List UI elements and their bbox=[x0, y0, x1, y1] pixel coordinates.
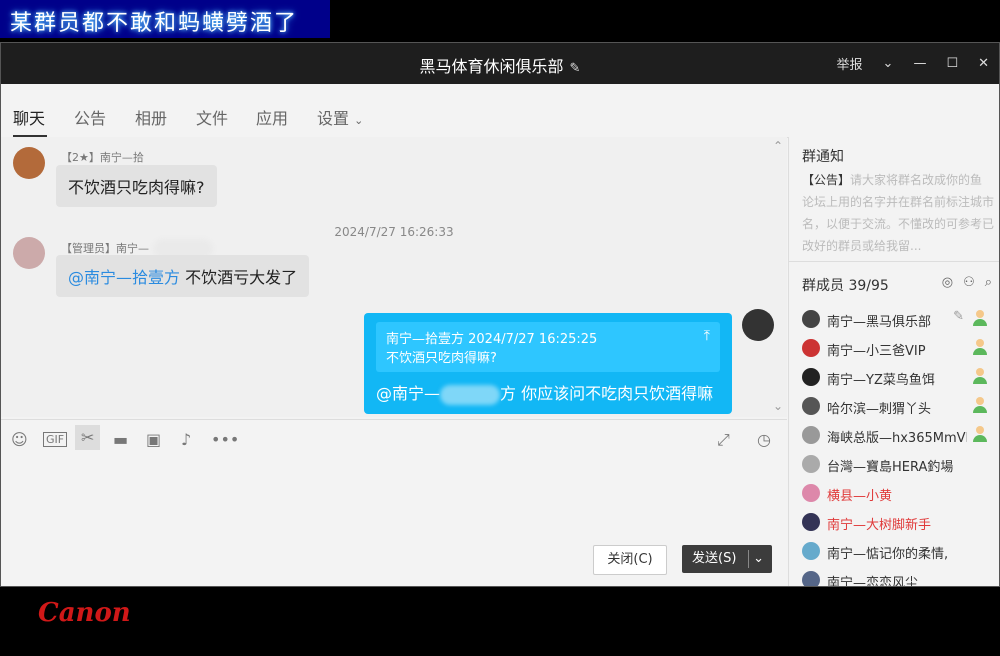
message-list[interactable]: 【2★】南宁—拾 不饮酒只吃肉得嘛? 2024/7/27 16:26:33 【管… bbox=[1, 137, 787, 417]
member-item[interactable]: 台灣—寶島HERA釣場 bbox=[802, 454, 994, 475]
message-sender: 【2★】南宁—拾 bbox=[61, 151, 144, 164]
tab-announcement[interactable]: 公告 bbox=[74, 105, 106, 129]
tab-bar: 聊天 公告 相册 文件 应用 设置 ⌄ ☏ ▶ 课 ⊕ ••• bbox=[1, 85, 999, 164]
own-message-bubble: 南宁—拾壹方 2024/7/27 16:25:25 不饮酒只吃肉得嘛? ⤒ @南… bbox=[364, 313, 732, 414]
avatar bbox=[802, 571, 820, 586]
avatar bbox=[802, 484, 820, 502]
close-icon[interactable]: ✕ bbox=[968, 56, 999, 71]
group-sidebar: 群通知 【公告】请大家将群名改成你的鱼论坛上用的名字并在群名前标注城市名，以便于… bbox=[788, 137, 999, 586]
avatar bbox=[802, 426, 820, 444]
avatar bbox=[802, 310, 820, 328]
avatar bbox=[802, 339, 820, 357]
owner-icon bbox=[972, 309, 988, 327]
group-name: 黑马体育休闲俱乐部 bbox=[419, 57, 564, 76]
close-button[interactable]: 关闭(C) bbox=[593, 545, 667, 575]
jump-to-icon[interactable]: ⤒ bbox=[704, 328, 710, 344]
edit-pen-icon[interactable]: ✎ bbox=[570, 61, 581, 76]
admin-icon bbox=[972, 396, 988, 414]
tab-settings[interactable]: 设置 ⌄ bbox=[317, 105, 363, 129]
minimize-icon[interactable]: — bbox=[903, 56, 936, 71]
member-item[interactable]: 哈尔滨—刺猬丫头 bbox=[802, 396, 994, 417]
tab-apps[interactable]: 应用 bbox=[256, 105, 288, 129]
avatar[interactable] bbox=[13, 237, 45, 269]
admin-icon bbox=[972, 367, 988, 385]
message-bubble: @南宁—拾壹方 不饮酒亏大发了 bbox=[56, 255, 310, 297]
quote-header: 南宁—拾壹方 2024/7/27 16:25:25 bbox=[386, 332, 598, 347]
folder-icon[interactable]: ▬ bbox=[113, 430, 128, 449]
bell-icon[interactable]: ♪ bbox=[181, 430, 191, 449]
expand-icon[interactable]: ⌄ bbox=[773, 399, 783, 413]
tab-chat[interactable]: 聊天 bbox=[13, 105, 45, 129]
add-member-icon[interactable]: ⚇ bbox=[963, 275, 975, 290]
caption-banner: 某群员都不敢和蚂蟥劈酒了 bbox=[0, 0, 330, 38]
fullscreen-icon[interactable]: ⤢ bbox=[717, 430, 730, 450]
emoji-icon[interactable]: ☺ bbox=[11, 430, 28, 449]
member-item[interactable]: 南宁—大树脚新手 bbox=[802, 512, 994, 533]
image-icon[interactable]: ▣ bbox=[146, 430, 161, 449]
member-chat-icon[interactable]: ◎ bbox=[942, 275, 953, 290]
quote-text: 不饮酒只吃肉得嘛? bbox=[386, 351, 497, 366]
canon-logo: Canon bbox=[38, 598, 131, 628]
title-bar: 黑马体育休闲俱乐部 ✎ 举报 ⌄ — ☐ ✕ bbox=[1, 43, 999, 84]
avatar bbox=[802, 397, 820, 415]
mention-link[interactable]: @南宁—拾壹方 bbox=[68, 268, 180, 287]
message-bubble: 不饮酒只吃肉得嘛? bbox=[56, 165, 217, 207]
member-tools: ◎ ⚇ ⌕ bbox=[942, 275, 992, 290]
message-text: 不饮酒亏大发了 bbox=[180, 268, 298, 287]
tab-album[interactable]: 相册 bbox=[135, 105, 167, 129]
search-icon[interactable]: ⌕ bbox=[985, 275, 992, 290]
member-item[interactable]: 南宁—惦记你的柔情, bbox=[802, 541, 994, 562]
window-controls: 举报 ⌄ — ☐ ✕ bbox=[827, 43, 999, 84]
message-text: @南宁— 方 你应该问不吃肉只饮酒得嘛 bbox=[376, 384, 714, 405]
collapse-icon[interactable]: ⌃ bbox=[773, 139, 783, 153]
message-input[interactable]: 关闭(C) 发送(S) ⌄ bbox=[1, 457, 787, 586]
member-item[interactable]: 南宁—恋恋风尘 bbox=[802, 570, 994, 586]
notice-text[interactable]: 【公告】请大家将群名改成你的鱼论坛上用的名字并在群名前标注城市名，以便于交流。不… bbox=[802, 169, 994, 253]
edit-pen-icon[interactable]: ✎ bbox=[953, 309, 964, 324]
member-item[interactable]: 南宁—黑马俱乐部 ✎ bbox=[802, 309, 994, 330]
divider bbox=[789, 261, 999, 262]
history-clock-icon[interactable]: ◷ bbox=[757, 430, 771, 449]
divider bbox=[748, 550, 749, 568]
screenshot-scissors-icon[interactable]: ✂ bbox=[75, 425, 101, 450]
chevron-down-icon[interactable]: ⌄ bbox=[753, 545, 764, 573]
chat-window: 黑马体育休闲俱乐部 ✎ 举报 ⌄ — ☐ ✕ 聊天 公告 相册 文件 应用 设置 … bbox=[0, 42, 1000, 587]
tab-files[interactable]: 文件 bbox=[196, 105, 228, 129]
member-item[interactable]: 南宁—小三爸VIP bbox=[802, 338, 994, 359]
gif-icon[interactable]: GIF bbox=[43, 432, 68, 447]
member-item[interactable]: 海峡总版—hx365MmVI bbox=[802, 425, 994, 446]
more-icon[interactable]: ••• bbox=[211, 430, 239, 449]
avatar bbox=[802, 513, 820, 531]
avatar[interactable] bbox=[742, 309, 774, 341]
send-button[interactable]: 发送(S) ⌄ bbox=[682, 545, 772, 573]
avatar[interactable] bbox=[13, 147, 45, 179]
notice-title: 群通知 bbox=[802, 149, 844, 165]
member-item[interactable]: 南宁—YZ菜鸟鱼饵 bbox=[802, 367, 994, 388]
chevron-down-icon[interactable]: ⌄ bbox=[873, 56, 904, 71]
input-toolbar: ☺ GIF ✂ ▬ ▣ ♪ ••• ⤢ ◷ bbox=[1, 419, 787, 458]
members-count: 群成员 39/95 bbox=[802, 278, 889, 294]
report-link[interactable]: 举报 bbox=[827, 54, 873, 73]
avatar bbox=[802, 542, 820, 560]
mention-link[interactable]: @南宁— bbox=[376, 384, 440, 403]
blurred-name bbox=[440, 384, 501, 405]
admin-icon bbox=[972, 425, 988, 443]
avatar bbox=[802, 368, 820, 386]
quoted-message[interactable]: 南宁—拾壹方 2024/7/27 16:25:25 不饮酒只吃肉得嘛? ⤒ bbox=[376, 322, 720, 372]
caption-text: 某群员都不敢和蚂蟥劈酒了 bbox=[10, 11, 299, 36]
admin-icon bbox=[972, 338, 988, 356]
maximize-icon[interactable]: ☐ bbox=[936, 56, 968, 71]
message-timestamp: 2024/7/27 16:26:33 bbox=[334, 225, 454, 239]
member-item[interactable]: 横县—小黄 bbox=[802, 483, 994, 504]
avatar bbox=[802, 455, 820, 473]
